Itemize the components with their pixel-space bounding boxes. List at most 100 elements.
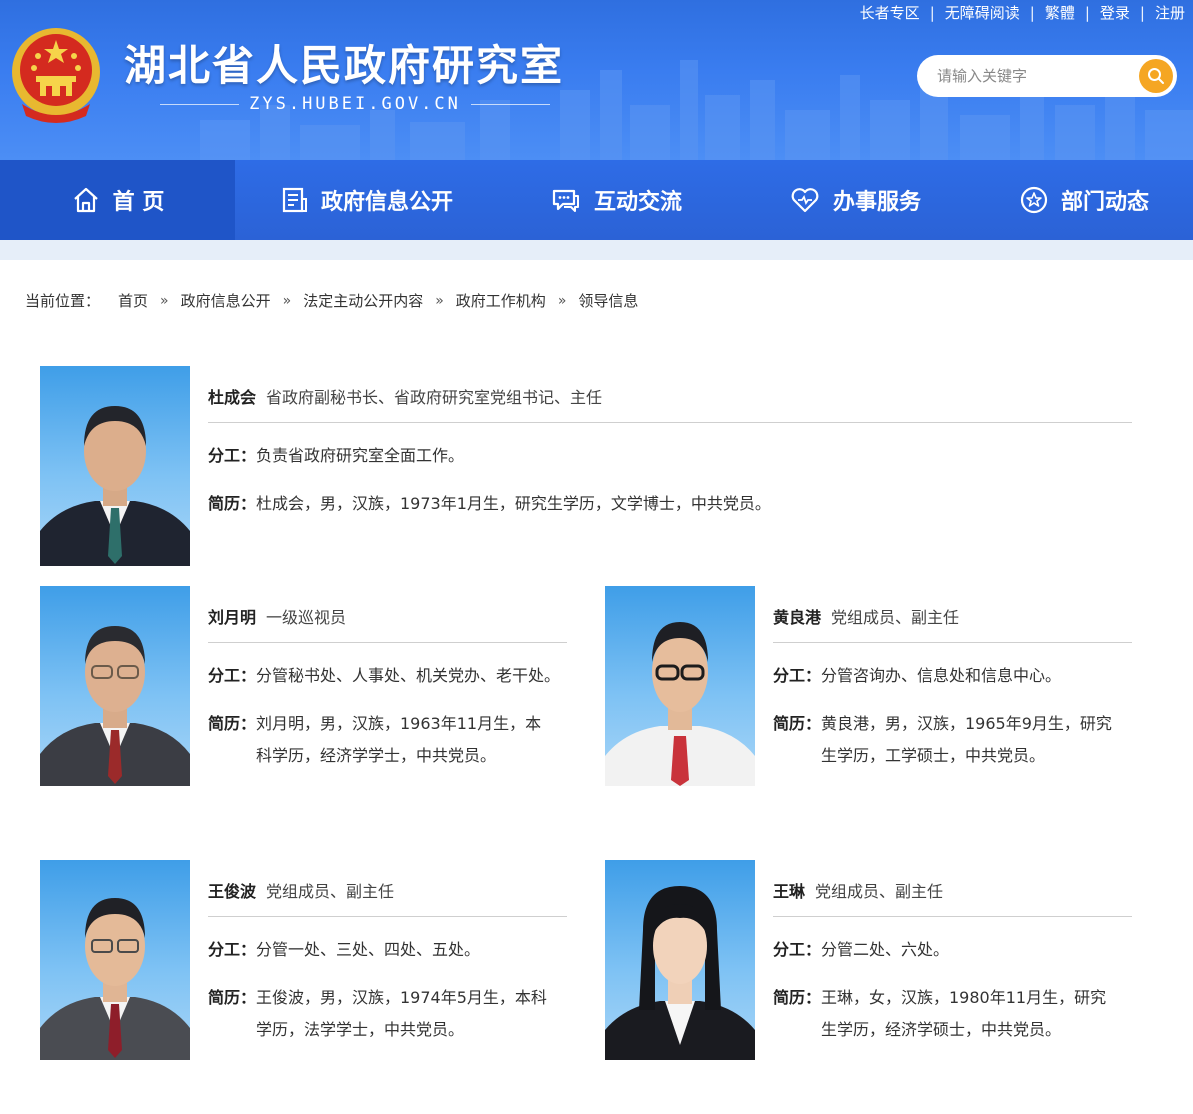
nav-item-services[interactable]: 办事服务 xyxy=(735,160,975,240)
bio-label: 简历： xyxy=(773,988,822,1007)
leader-photo xyxy=(40,860,190,1060)
leader-bio: 简历： 杜成会，男，汉族，1973年1月生，研究生学历，文学博士，中共党员。 xyxy=(208,488,1132,520)
breadcrumb-separator: » xyxy=(282,292,292,309)
elder-zone-link[interactable]: 长者专区 xyxy=(860,2,920,23)
traditional-chinese-link[interactable]: 繁體 xyxy=(1045,2,1075,23)
bio-label: 简历： xyxy=(773,714,822,733)
search-button[interactable] xyxy=(1139,59,1173,93)
portrait-image xyxy=(605,622,755,786)
duty-label: 分工： xyxy=(208,446,257,465)
register-link[interactable]: 注册 xyxy=(1155,2,1185,23)
bio-text: 黄良港，男，汉族，1965年9月生，研究 生学历，工学硕士，中共党员。 xyxy=(821,708,1112,772)
duty-text: 负责省政府研究室全面工作。 xyxy=(256,446,465,465)
leader-bio: 简历： 王俊波，男，汉族，1974年5月生，本科 学历，法学学士，中共党员。 xyxy=(208,982,568,1046)
nav-item-news[interactable]: 部门动态 xyxy=(975,160,1193,240)
divider xyxy=(208,916,567,917)
nav-item-gov-info[interactable]: 政府信息公开 xyxy=(235,160,497,240)
breadcrumb-separator: » xyxy=(557,292,567,309)
top-links: 长者专区 | 无障碍阅读 | 繁體 | 登录 | 注册 xyxy=(860,2,1185,23)
nav-label: 政府信息公开 xyxy=(320,190,453,215)
site-domain-row: ZYS.HUBEI.GOV.CN xyxy=(160,92,551,116)
bio-text: 杜成会，男，汉族，1973年1月生，研究生学历，文学博士，中共党员。 xyxy=(256,494,771,513)
document-icon xyxy=(282,187,307,213)
leader-name-row: 刘月明 一级巡视员 xyxy=(208,604,346,628)
login-link[interactable]: 登录 xyxy=(1100,2,1130,23)
bio-text: 王俊波，男，汉族，1974年5月生，本科 学历，法学学士，中共党员。 xyxy=(256,982,547,1046)
leader-card: 王俊波 党组成员、副主任 分工： 分管一处、三处、四处、五处。 简历： 王俊波，男… xyxy=(40,860,570,1060)
leader-name: 黄良港 xyxy=(773,608,822,627)
search-icon xyxy=(1148,68,1164,84)
breadcrumb-label: 当前位置： xyxy=(25,292,101,310)
breadcrumb-gov-agencies[interactable]: 政府工作机构 xyxy=(456,290,546,311)
leader-duty: 分工： 分管秘书处、人事处、机关党办、老干处。 xyxy=(208,660,568,692)
bio-line: 黄良港，男，汉族，1965年9月生，研究 xyxy=(821,714,1112,733)
portrait-image xyxy=(40,406,190,566)
duty-text: 分管二处、六处。 xyxy=(821,940,950,959)
portrait-image xyxy=(40,626,190,786)
search-box xyxy=(917,55,1177,97)
nav-label: 互动交流 xyxy=(593,190,682,215)
duty-label: 分工： xyxy=(208,666,257,685)
leader-bio: 简历： 刘月明，男，汉族，1963年11月生，本 科学历，经济学学士，中共党员。 xyxy=(208,708,568,772)
nav-label: 部门动态 xyxy=(1060,190,1149,215)
bio-line: 生学历，经济学硕士，中共党员。 xyxy=(821,1020,1062,1039)
leader-title: 党组成员、副主任 xyxy=(815,882,944,901)
leader-name-row: 王琳 党组成员、副主任 xyxy=(773,878,943,902)
duty-text: 分管秘书处、人事处、机关党办、老干处。 xyxy=(256,666,561,685)
bio-label: 简历： xyxy=(208,988,257,1007)
link-separator: | xyxy=(1084,3,1090,22)
search-input[interactable] xyxy=(917,67,1139,85)
leader-name-row: 王俊波 党组成员、副主任 xyxy=(208,878,394,902)
leader-duty: 分工： 负责省政府研究室全面工作。 xyxy=(208,440,1132,472)
duty-label: 分工： xyxy=(773,666,822,685)
leader-name: 杜成会 xyxy=(208,388,257,407)
leader-duty: 分工： 分管二处、六处。 xyxy=(773,934,1133,966)
leader-photo xyxy=(605,860,755,1060)
leader-title: 一级巡视员 xyxy=(266,608,347,627)
divider xyxy=(208,422,1132,423)
bio-label: 简历： xyxy=(208,714,257,733)
accessibility-link[interactable]: 无障碍阅读 xyxy=(945,2,1020,23)
heart-icon xyxy=(791,188,819,213)
bio-line: 王俊波，男，汉族，1974年5月生，本科 xyxy=(256,988,547,1007)
nav-item-interaction[interactable]: 互动交流 xyxy=(497,160,735,240)
link-separator: | xyxy=(929,3,935,22)
breadcrumb-separator: » xyxy=(435,292,444,309)
chat-icon xyxy=(552,189,579,212)
leader-photo xyxy=(40,586,190,786)
home-icon xyxy=(73,187,98,213)
bio-line: 王琳，女，汉族，1980年11月生，研究 xyxy=(821,988,1107,1007)
duty-label: 分工： xyxy=(208,940,257,959)
leader-bio: 简历： 王琳，女，汉族，1980年11月生，研究 生学历，经济学硕士，中共党员。 xyxy=(773,982,1133,1046)
leader-photo xyxy=(605,586,755,786)
nav-item-home[interactable]: 首 页 xyxy=(0,160,235,240)
duty-text: 分管咨询办、信息处和信息中心。 xyxy=(821,666,1062,685)
main-nav: 首 页 政府信息公开 互动交流 办事服务 部门动态 xyxy=(0,160,1193,240)
bio-text: 刘月明，男，汉族，1963年11月生，本 科学历，经济学学士，中共党员。 xyxy=(256,708,541,772)
site-header: 湖北省人民政府研究室 ZYS.HUBEI.GOV.CN 长者专区 | 无障碍阅读… xyxy=(0,0,1193,160)
breadcrumb-home[interactable]: 首页 xyxy=(118,290,148,311)
star-icon xyxy=(1020,186,1048,214)
leader-name: 王俊波 xyxy=(208,882,257,901)
bio-line: 学历，法学学士，中共党员。 xyxy=(256,1020,465,1039)
leader-card: 黄良港 党组成员、副主任 分工： 分管咨询办、信息处和信息中心。 简历： 黄良港，… xyxy=(605,586,1135,786)
leader-name: 刘月明 xyxy=(208,608,257,627)
breadcrumb-leader-info[interactable]: 领导信息 xyxy=(578,290,638,311)
bio-line: 科学历，经济学学士，中共党员。 xyxy=(256,746,497,765)
breadcrumb-gov-info[interactable]: 政府信息公开 xyxy=(181,290,271,311)
nav-shadow-strip xyxy=(0,240,1193,260)
decorative-line xyxy=(160,103,240,105)
bio-label: 简历： xyxy=(208,494,257,513)
breadcrumb-separator: » xyxy=(160,292,169,309)
leader-duty: 分工： 分管咨询办、信息处和信息中心。 xyxy=(773,660,1133,692)
site-title: 湖北省人民政府研究室 xyxy=(124,41,565,90)
nav-label: 首 页 xyxy=(112,190,165,215)
duty-label: 分工： xyxy=(773,940,822,959)
bio-line: 刘月明，男，汉族，1963年11月生，本 xyxy=(256,714,542,733)
leader-card: 王琳 党组成员、副主任 分工： 分管二处、六处。 简历： 王琳，女，汉族，1980… xyxy=(605,860,1135,1060)
leader-name-row: 黄良港 党组成员、副主任 xyxy=(773,604,959,628)
link-separator: | xyxy=(1139,3,1145,22)
leader-photo xyxy=(40,366,190,566)
decorative-line xyxy=(470,103,551,105)
breadcrumb-statutory-content[interactable]: 法定主动公开内容 xyxy=(303,290,423,311)
